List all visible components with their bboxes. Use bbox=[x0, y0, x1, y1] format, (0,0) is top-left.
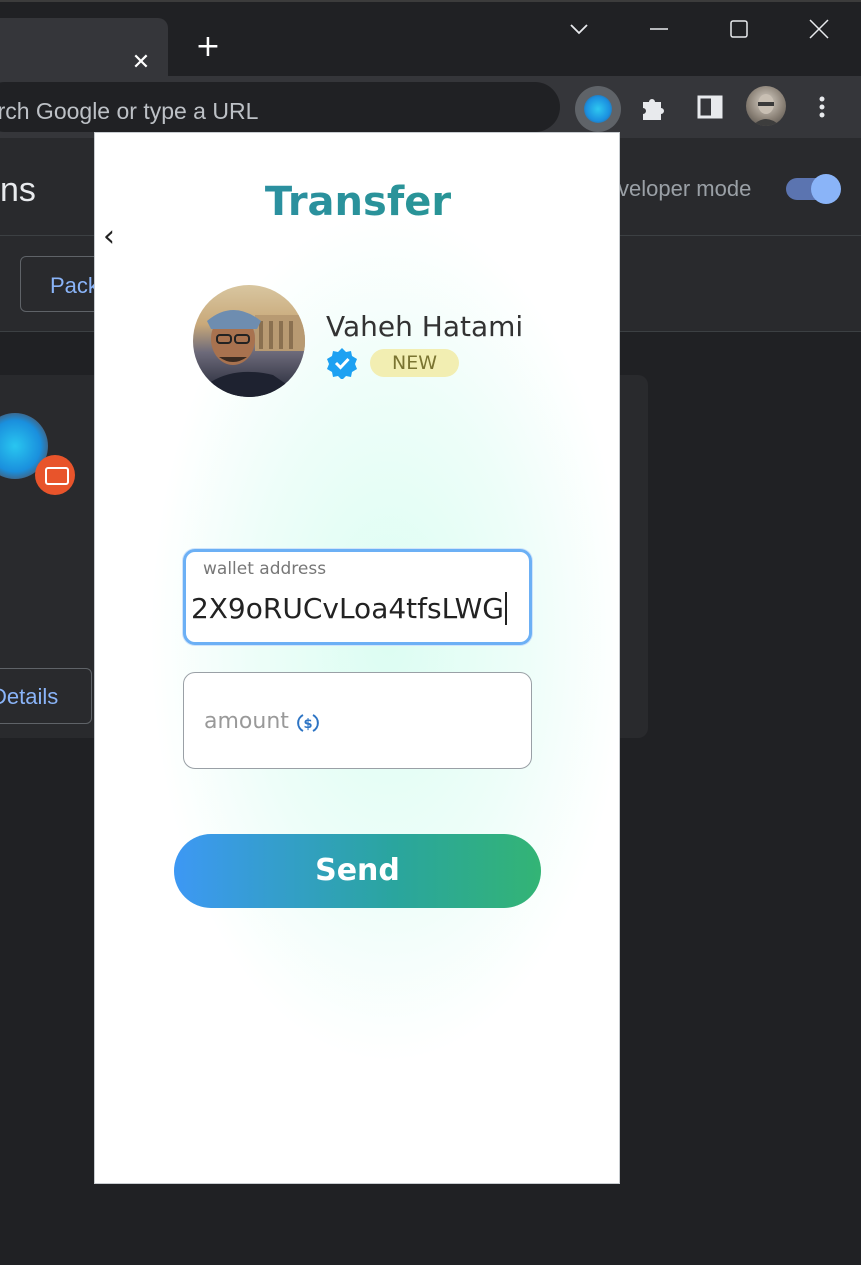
maximize-icon[interactable] bbox=[724, 14, 754, 44]
new-badge: NEW bbox=[370, 349, 459, 377]
developer-mode-toggle[interactable] bbox=[786, 174, 841, 204]
amount-field[interactable]: amount $ bbox=[183, 672, 532, 769]
verified-badge-icon bbox=[326, 347, 358, 380]
browser-tab[interactable]: ✕ bbox=[0, 18, 168, 78]
profile-avatar[interactable] bbox=[746, 86, 786, 126]
amount-placeholder: amount bbox=[204, 709, 289, 734]
more-menu-icon[interactable] bbox=[808, 93, 836, 121]
svg-text:$: $ bbox=[303, 717, 312, 732]
developer-mode-label: veloper mode bbox=[618, 176, 752, 201]
transfer-popup: Transfer ‹ Vaheh Hatami NEW wallet addre… bbox=[94, 132, 620, 1184]
side-panel-icon[interactable] bbox=[696, 93, 724, 121]
chevron-down-icon[interactable] bbox=[564, 14, 594, 44]
back-chevron-icon[interactable]: ‹ bbox=[103, 221, 131, 253]
minimize-icon[interactable] bbox=[644, 14, 674, 44]
close-window-icon[interactable] bbox=[804, 14, 834, 44]
wallet-address-field[interactable]: wallet address 2X9oRUCvLoa4tfsLWG bbox=[183, 549, 532, 645]
screen-capture-badge-icon bbox=[35, 455, 75, 495]
wallet-extension-icon[interactable] bbox=[575, 86, 621, 132]
new-tab-button[interactable]: + bbox=[193, 32, 223, 62]
details-button[interactable]: Details bbox=[0, 668, 92, 724]
wallet-address-value[interactable]: 2X9oRUCvLoa4tfsLWG bbox=[191, 592, 507, 625]
close-tab-icon[interactable]: ✕ bbox=[128, 50, 154, 76]
omnibox-placeholder: earch Google or type a URL bbox=[0, 98, 259, 124]
recipient-avatar bbox=[193, 285, 305, 397]
wallet-address-label: wallet address bbox=[203, 559, 327, 579]
tab-strip: ✕ + bbox=[0, 0, 861, 78]
browser-toolbar: earch Google or type a URL bbox=[0, 76, 861, 138]
dollar-coin-icon: $ bbox=[296, 711, 320, 735]
recipient-name: Vaheh Hatami bbox=[326, 310, 524, 343]
page-title: ns bbox=[0, 171, 36, 209]
address-bar[interactable]: earch Google or type a URL bbox=[0, 82, 560, 132]
send-button[interactable]: Send bbox=[174, 834, 541, 908]
popup-title: Transfer bbox=[95, 179, 619, 225]
puzzle-icon[interactable] bbox=[638, 91, 670, 123]
